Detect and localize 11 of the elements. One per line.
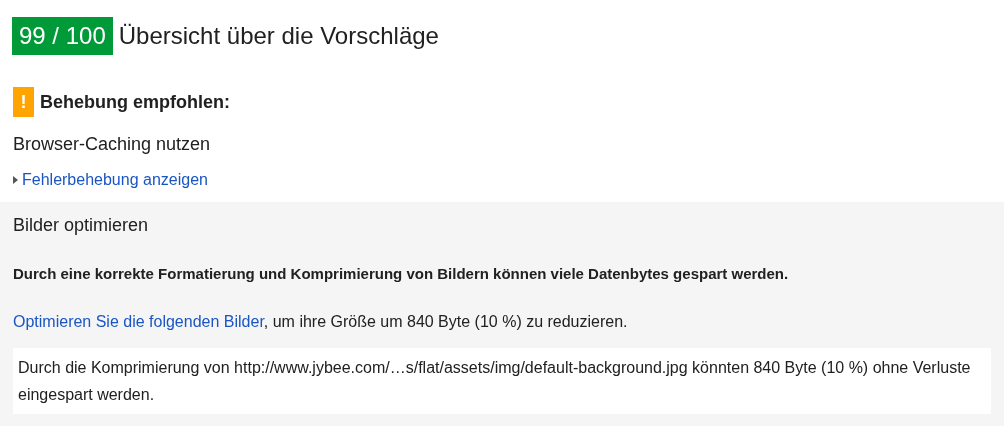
optimize-link[interactable]: Optimieren Sie die folgenden Bilder	[13, 312, 264, 330]
warning-icon: !	[13, 87, 34, 117]
rule-detail: Optimieren Sie die folgenden Bilder, um ihre Größe um 840 Byte (10 %) zu reduzieren.	[13, 311, 629, 332]
resource-item: Durch die Komprimierung von http://www.jybee.com/…s/flat/assets/img/default-background.jpg könnten 840 Byte (10 %) ohne Verluste eingespart werden.	[13, 347, 991, 414]
toggle-link[interactable]: Fehlerbehebung anzeigen	[22, 168, 208, 192]
rule-title: Bilder optimieren	[13, 214, 150, 237]
section-heading: Behebung empfohlen:	[40, 90, 230, 114]
rule-summary: Durch eine korrekte Formatierung und Komprimierung von Bildern können viele Datenbytes gespart werden.	[13, 264, 790, 284]
page-title: Übersicht über die Vorschläge	[118, 21, 439, 51]
rule-title: Browser-Caching nutzen	[13, 133, 212, 156]
score-badge: 99 / 100	[12, 17, 113, 55]
